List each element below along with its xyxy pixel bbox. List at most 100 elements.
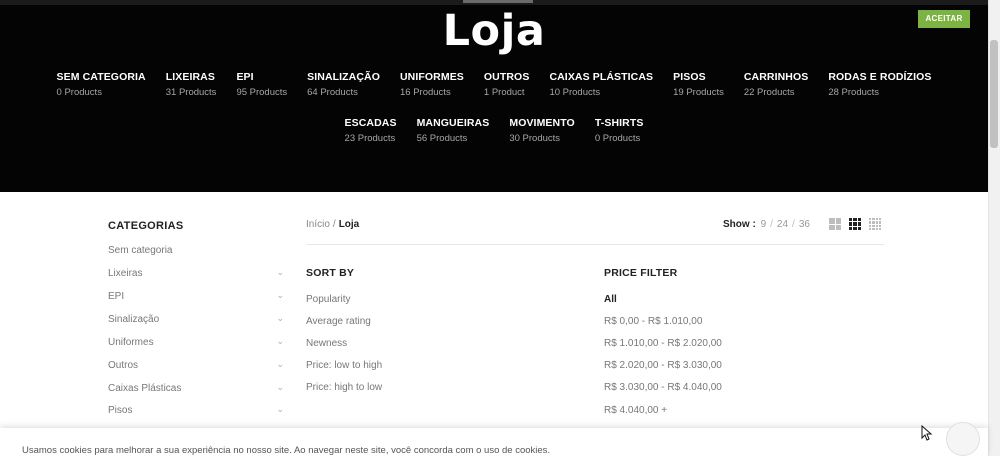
cookie-notice: Usamos cookies para melhorar a sua exper… xyxy=(0,428,988,456)
breadcrumb-home-link[interactable]: Início xyxy=(306,219,330,230)
price-option-range-5[interactable]: R$ 4.040,00 + xyxy=(604,405,667,416)
category-link-epi[interactable]: EPI 95 Products xyxy=(236,71,287,98)
grid-4-columns-icon[interactable] xyxy=(869,218,881,230)
category-count: 28 Products xyxy=(828,87,880,98)
cookie-notice-text: Usamos cookies para melhorar a sua exper… xyxy=(22,445,551,456)
breadcrumb: Início / Loja xyxy=(306,219,359,230)
sort-option-price-low-high[interactable]: Price: low to high xyxy=(306,360,382,371)
scrollbar-thumb[interactable] xyxy=(990,40,998,148)
sort-option-popularity[interactable]: Popularity xyxy=(306,294,350,305)
category-link-uniformes[interactable]: UNIFORMES 16 Products xyxy=(400,71,464,98)
price-option-all[interactable]: All xyxy=(604,294,617,305)
category-name: OUTROS xyxy=(483,71,530,83)
per-page-separator: / xyxy=(770,219,773,230)
category-nav-row-2: ESCADAS 23 Products MANGUEIRAS 56 Products… xyxy=(0,117,988,144)
category-link-carrinhos[interactable]: CARRINHOS 22 Products xyxy=(744,71,809,98)
sort-option-newness[interactable]: Newness xyxy=(306,338,347,349)
category-link-pisos[interactable]: PISOS 19 Products xyxy=(673,71,724,98)
category-name: MOVIMENTO xyxy=(509,117,575,129)
sort-by-title: SORT BY xyxy=(306,267,355,279)
accept-cookies-button[interactable]: ACEITAR xyxy=(918,10,970,28)
sidebar-item-pisos[interactable]: Pisos ⌄ xyxy=(108,404,284,416)
sidebar-item-label: Outros xyxy=(108,360,139,371)
breadcrumb-current: Loja xyxy=(338,219,360,230)
sort-option-average-rating[interactable]: Average rating xyxy=(306,316,371,327)
sidebar-item-label: Pisos xyxy=(108,405,133,416)
category-name: SINALIZAÇÃO xyxy=(307,71,380,83)
category-count: 10 Products xyxy=(549,87,601,98)
chevron-down-icon[interactable]: ⌄ xyxy=(276,404,284,415)
price-filter-title: PRICE FILTER xyxy=(604,267,678,279)
category-count: 31 Products xyxy=(165,87,217,98)
sidebar-item-lixeiras[interactable]: Lixeiras ⌄ xyxy=(108,267,284,279)
sidebar-title: CATEGORIAS xyxy=(108,220,184,232)
grid-3-columns-icon[interactable] xyxy=(849,218,861,230)
per-page-label: Show : xyxy=(723,219,756,230)
category-link-lixeiras[interactable]: LIXEIRAS 31 Products xyxy=(166,71,217,98)
chevron-down-icon[interactable]: ⌄ xyxy=(276,267,284,278)
category-count: 23 Products xyxy=(344,133,396,144)
category-name: EPI xyxy=(236,71,254,83)
category-name: RODAS E RODÍZIOS xyxy=(828,71,932,83)
category-link-outros[interactable]: OUTROS 1 Product xyxy=(484,71,530,98)
sidebar-item-label: Sinalização xyxy=(108,314,160,325)
sidebar-item-sinalizacao[interactable]: Sinalização ⌄ xyxy=(108,313,284,325)
sidebar-item-outros[interactable]: Outros ⌄ xyxy=(108,359,284,371)
category-count: 30 Products xyxy=(509,133,561,144)
category-count: 1 Product xyxy=(483,87,525,98)
chevron-down-icon[interactable]: ⌄ xyxy=(276,359,284,370)
per-page-option-36[interactable]: 36 xyxy=(799,219,810,230)
category-count: 0 Products xyxy=(56,87,102,98)
sidebar-item-sem-categoria[interactable]: Sem categoria xyxy=(108,245,284,256)
sidebar-item-caixas-plasticas[interactable]: Caixas Plásticas ⌄ xyxy=(108,382,284,394)
category-link-escadas[interactable]: ESCADAS 23 Products xyxy=(345,117,397,144)
price-option-range-2[interactable]: R$ 1.010,00 - R$ 2.020,00 xyxy=(604,338,722,349)
sidebar-item-label: Lixeiras xyxy=(108,268,143,279)
category-count: 16 Products xyxy=(400,87,451,98)
per-page-separator: / xyxy=(792,219,795,230)
chevron-down-icon[interactable]: ⌄ xyxy=(276,336,284,347)
category-name: SEM CATEGORIA xyxy=(56,71,146,83)
floating-action-button[interactable] xyxy=(946,422,980,456)
category-link-mangueiras[interactable]: MANGUEIRAS 56 Products xyxy=(417,117,490,144)
category-name: CARRINHOS xyxy=(743,71,809,83)
page-hero: Loja SEM CATEGORIA 0 Products LIXEIRAS 31 … xyxy=(0,0,988,192)
sidebar-item-uniformes[interactable]: Uniformes ⌄ xyxy=(108,336,284,348)
category-count: 0 Products xyxy=(594,133,641,144)
sidebar-item-label: Uniformes xyxy=(108,337,154,348)
category-name: MANGUEIRAS xyxy=(416,117,490,129)
category-link-t-shirts[interactable]: T-SHIRTS 0 Products xyxy=(595,117,644,144)
category-count: 95 Products xyxy=(236,87,288,98)
per-page-option-9[interactable]: 9 xyxy=(761,219,767,230)
mouse-cursor-icon xyxy=(921,425,933,441)
price-option-range-3[interactable]: R$ 2.020,00 - R$ 3.030,00 xyxy=(604,360,722,371)
chevron-down-icon[interactable]: ⌄ xyxy=(276,290,284,301)
category-link-movimento[interactable]: MOVIMENTO 30 Products xyxy=(509,117,574,144)
category-name: ESCADAS xyxy=(344,117,397,129)
sidebar-item-label: EPI xyxy=(108,291,125,302)
category-count: 56 Products xyxy=(416,133,468,144)
chevron-down-icon[interactable]: ⌄ xyxy=(276,313,284,324)
price-option-range-4[interactable]: R$ 3.030,00 - R$ 4.040,00 xyxy=(604,382,722,393)
per-page-option-24[interactable]: 24 xyxy=(777,219,788,230)
category-link-caixas-plasticas[interactable]: CAIXAS PLÁSTICAS 10 Products xyxy=(549,71,653,98)
category-name: UNIFORMES xyxy=(400,71,464,83)
sidebar-item-label: Sem categoria xyxy=(108,245,173,256)
category-link-sem-categoria[interactable]: SEM CATEGORIA 0 Products xyxy=(57,71,146,98)
category-link-rodas-e-rodizios[interactable]: RODAS E RODÍZIOS 28 Products xyxy=(828,71,931,98)
chevron-down-icon[interactable]: ⌄ xyxy=(276,382,284,393)
category-count: 64 Products xyxy=(307,87,358,98)
sort-option-price-high-low[interactable]: Price: high to low xyxy=(306,382,382,393)
per-page-selector: Show : 9/24/36 xyxy=(723,219,812,230)
category-link-sinalizacao[interactable]: SINALIZAÇÃO 64 Products xyxy=(307,71,380,98)
filter-divider xyxy=(306,244,884,245)
breadcrumb-separator: / xyxy=(332,219,336,230)
grid-2-columns-icon[interactable] xyxy=(829,218,841,230)
category-name: T-SHIRTS xyxy=(594,117,644,129)
category-name: LIXEIRAS xyxy=(165,71,215,83)
category-count: 22 Products xyxy=(743,87,795,98)
sidebar-item-epi[interactable]: EPI ⌄ xyxy=(108,290,284,302)
price-option-range-1[interactable]: R$ 0,00 - R$ 1.010,00 xyxy=(604,316,702,327)
category-nav-row-1: SEM CATEGORIA 0 Products LIXEIRAS 31 Produ… xyxy=(0,71,988,98)
sidebar-item-label: Caixas Plásticas xyxy=(108,383,182,394)
